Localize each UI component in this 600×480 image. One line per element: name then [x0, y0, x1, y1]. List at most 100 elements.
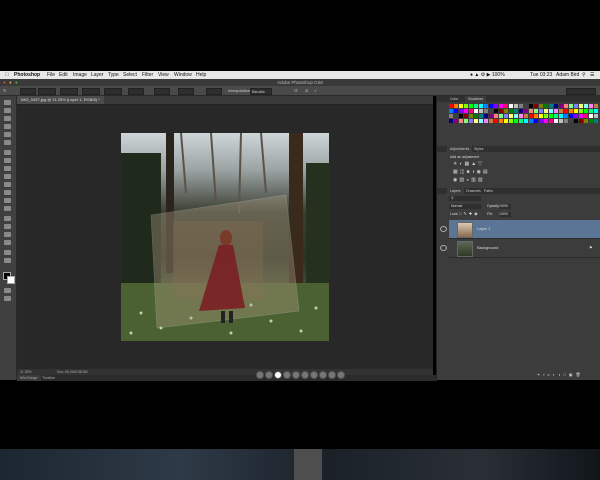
- color-swatch[interactable]: [549, 104, 553, 108]
- color-swatch[interactable]: [479, 104, 483, 108]
- color-swatch[interactable]: [489, 109, 493, 113]
- color-swatch[interactable]: [524, 119, 528, 123]
- color-swatch[interactable]: [499, 104, 503, 108]
- interpolation-select[interactable]: Bicubic: [250, 88, 272, 95]
- adjustment-icons-row-3[interactable]: ◉▧◒▥▨: [453, 177, 485, 183]
- marquee-tool-icon[interactable]: [4, 108, 11, 113]
- color-swatch[interactable]: [589, 104, 593, 108]
- adjustment-icons-row-2[interactable]: ▦◫■◑◉▤: [453, 169, 490, 175]
- menu-window[interactable]: Window: [174, 71, 192, 79]
- color-swatch[interactable]: [539, 104, 543, 108]
- menu-select[interactable]: Select: [123, 71, 137, 79]
- tab-mini-bridge[interactable]: Mini Bridge: [17, 375, 41, 381]
- pagination-dot[interactable]: [292, 371, 300, 379]
- width-field[interactable]: [82, 88, 100, 95]
- color-swatch[interactable]: [509, 109, 513, 113]
- color-swatch[interactable]: [584, 119, 588, 123]
- color-swatch[interactable]: [464, 109, 468, 113]
- tab-timeline[interactable]: Timeline: [39, 375, 58, 381]
- color-swatch[interactable]: [459, 114, 463, 118]
- lasso-tool-icon[interactable]: [4, 116, 11, 121]
- screen-mode-icon[interactable]: [4, 296, 11, 301]
- menu-image[interactable]: Image: [73, 71, 87, 79]
- status-icons[interactable]: ● ▲ ⚙ ▶ 100%: [470, 71, 505, 79]
- lock-icons[interactable]: □✎✚◉: [459, 211, 480, 216]
- x-field[interactable]: [38, 88, 56, 95]
- tab-paths[interactable]: Paths: [481, 188, 496, 194]
- color-swatch[interactable]: [549, 109, 553, 113]
- pagination-dot[interactable]: [301, 371, 309, 379]
- color-swatch[interactable]: [479, 109, 483, 113]
- color-swatch[interactable]: [539, 109, 543, 113]
- pagination-dot[interactable]: [328, 371, 336, 379]
- y-field[interactable]: [60, 88, 78, 95]
- color-swatch[interactable]: [534, 104, 538, 108]
- color-swatch[interactable]: [534, 119, 538, 123]
- color-swatch[interactable]: [484, 114, 488, 118]
- clone-stamp-tool-icon[interactable]: [4, 166, 11, 171]
- color-swatch[interactable]: [569, 114, 573, 118]
- h-skew-field[interactable]: [154, 88, 170, 95]
- color-swatch[interactable]: [494, 114, 498, 118]
- color-swatch[interactable]: [569, 104, 573, 108]
- color-swatch[interactable]: [489, 104, 493, 108]
- eyedropper-tool-icon[interactable]: [4, 140, 11, 145]
- gradient-tool-icon[interactable]: [4, 190, 11, 195]
- color-swatch[interactable]: [559, 114, 563, 118]
- color-swatch[interactable]: [529, 114, 533, 118]
- color-swatch[interactable]: [564, 114, 568, 118]
- color-swatch[interactable]: [544, 109, 548, 113]
- height-field[interactable]: [104, 88, 122, 95]
- workspace-select[interactable]: [566, 88, 596, 95]
- color-swatch[interactable]: [524, 104, 528, 108]
- color-swatch[interactable]: [534, 114, 538, 118]
- color-swatch[interactable]: [589, 114, 593, 118]
- pagination-dot[interactable]: [310, 371, 318, 379]
- pagination-dot[interactable]: [256, 371, 264, 379]
- color-swatch[interactable]: [549, 114, 553, 118]
- color-swatch[interactable]: [579, 109, 583, 113]
- layer-row-layer-1[interactable]: Layer 1: [440, 220, 600, 239]
- color-swatch[interactable]: [554, 104, 558, 108]
- minimize-window-icon[interactable]: ●: [9, 79, 12, 86]
- adjustment-icons-row-1[interactable]: ☀◐▦▲▽: [453, 161, 484, 167]
- color-swatch[interactable]: [514, 114, 518, 118]
- color-swatch[interactable]: [519, 119, 523, 123]
- color-swatch[interactable]: [519, 104, 523, 108]
- color-swatch[interactable]: [449, 114, 453, 118]
- color-swatch[interactable]: [464, 104, 468, 108]
- color-swatch[interactable]: [579, 119, 583, 123]
- pagination-dot[interactable]: [337, 371, 345, 379]
- pen-tool-icon[interactable]: [4, 216, 11, 221]
- color-swatch[interactable]: [594, 119, 598, 123]
- color-swatch[interactable]: [569, 119, 573, 123]
- menu-file[interactable]: File: [47, 71, 55, 79]
- color-swatch[interactable]: [499, 119, 503, 123]
- layer-name[interactable]: Layer 1: [477, 220, 490, 238]
- color-swatch[interactable]: [574, 119, 578, 123]
- color-swatch[interactable]: [484, 104, 488, 108]
- reference-point-grid[interactable]: [20, 88, 36, 95]
- color-swatch[interactable]: [589, 119, 593, 123]
- color-swatch[interactable]: [554, 114, 558, 118]
- list-icon[interactable]: ☰: [590, 71, 594, 79]
- color-swatch[interactable]: [559, 109, 563, 113]
- color-swatch[interactable]: [514, 119, 518, 123]
- color-swatch[interactable]: [529, 104, 533, 108]
- color-swatch[interactable]: [554, 119, 558, 123]
- v-skew-field[interactable]: [178, 88, 194, 95]
- color-swatch[interactable]: [474, 109, 478, 113]
- background-color-swatch[interactable]: [7, 276, 15, 284]
- color-swatch[interactable]: [594, 104, 598, 108]
- color-swatch[interactable]: [464, 119, 468, 123]
- angle-field[interactable]: [128, 88, 144, 95]
- color-swatch[interactable]: [459, 109, 463, 113]
- color-swatch[interactable]: [499, 109, 503, 113]
- color-swatch[interactable]: [509, 119, 513, 123]
- color-swatch[interactable]: [524, 109, 528, 113]
- color-swatch[interactable]: [454, 104, 458, 108]
- color-swatch[interactable]: [509, 104, 513, 108]
- v-angle-field[interactable]: [206, 88, 222, 95]
- color-swatch[interactable]: [584, 114, 588, 118]
- pagination-dot[interactable]: [274, 371, 282, 379]
